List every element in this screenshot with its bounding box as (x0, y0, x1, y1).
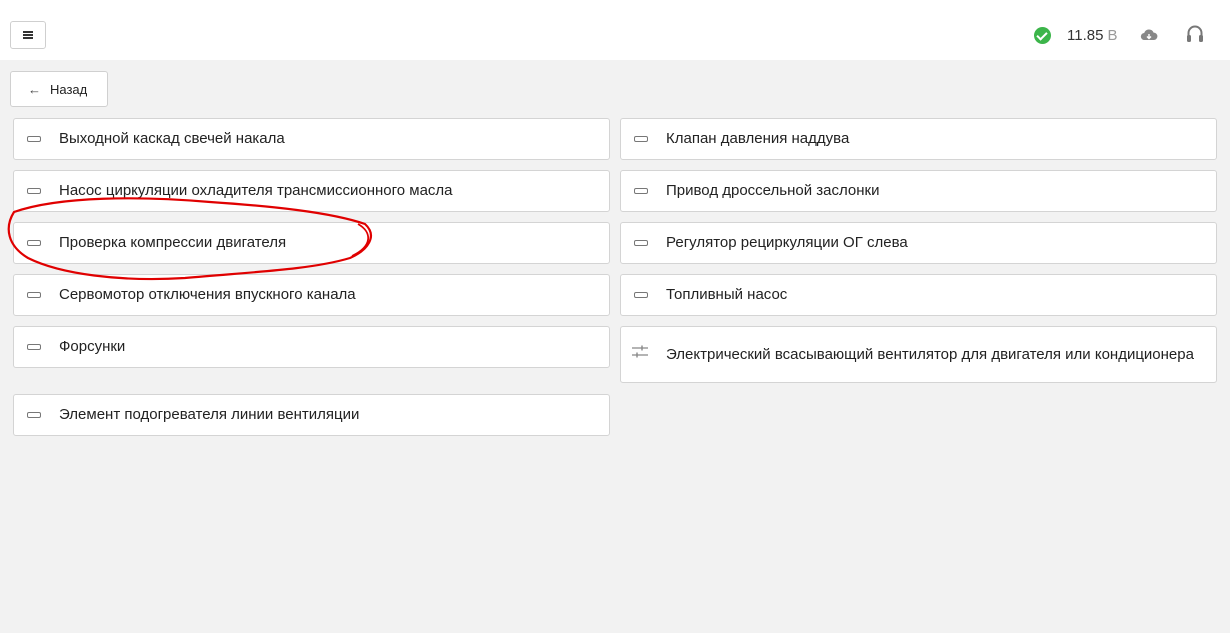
list-item-label: Регулятор рециркуляции ОГ слева (666, 234, 908, 251)
list-item-label: Топливный насос (666, 286, 788, 303)
voltage-value: 11.85 (1067, 27, 1104, 44)
list-item-label: Форсунки (59, 338, 126, 355)
rectangle-icon (27, 292, 41, 298)
list-item-label: Клапан давления наддува (666, 130, 850, 147)
annotation-ellipse (7, 197, 372, 281)
list-item-glow-plug-stage[interactable]: Выходной каскад свечей накала (13, 118, 610, 160)
list-item-boost-pressure-valve[interactable]: Клапан давления наддува (620, 118, 1217, 160)
list-item-label: Привод дроссельной заслонки (666, 182, 880, 199)
list-item-throttle-actuator[interactable]: Привод дроссельной заслонки (620, 170, 1217, 212)
rectangle-icon (634, 136, 648, 142)
rectangle-icon (634, 188, 648, 194)
list-item-fuel-pump[interactable]: Топливный насос (620, 274, 1217, 316)
rectangle-icon (27, 188, 41, 194)
sliders-icon (631, 344, 649, 365)
voltage-readout: 11.85 В (1067, 27, 1117, 45)
list-item-egr-regulator-left[interactable]: Регулятор рециркуляции ОГ слева (620, 222, 1217, 264)
list-item-label: Выходной каскад свечей накала (59, 130, 285, 147)
rectangle-icon (634, 292, 648, 298)
rectangle-icon (634, 240, 648, 246)
list-item-label: Проверка компрессии двигателя (59, 234, 287, 251)
list-item-electric-suction-fan[interactable]: Электрический всасывающий вентилятор для… (620, 326, 1217, 383)
voltage-unit: В (1107, 27, 1118, 44)
list-item-ventilation-line-heater[interactable]: Элемент подогревателя линии вентиляции (13, 394, 610, 436)
list-item-intake-flap-servomotor[interactable]: Сервомотор отключения впускного канала (13, 274, 610, 316)
top-bar: 11.85 В (0, 0, 1230, 60)
rectangle-icon (27, 344, 41, 350)
list-item-engine-compression-test[interactable]: Проверка компрессии двигателя (13, 222, 610, 264)
cloud-icon[interactable] (1140, 28, 1158, 47)
back-button-label: Назад (50, 81, 88, 97)
menu-button[interactable] (10, 21, 46, 49)
list-item-label: Сервомотор отключения впускного канала (59, 286, 356, 303)
list-item-label: Насос циркуляции охладителя трансмиссион… (59, 182, 453, 199)
menu-icon (23, 31, 33, 39)
back-button[interactable]: ← Назад (10, 71, 108, 107)
rectangle-icon (27, 412, 41, 418)
list-item-label: Электрический всасывающий вентилятор для… (666, 345, 1194, 363)
check-circle-icon (1034, 27, 1051, 44)
rectangle-icon (27, 136, 41, 142)
list-item-transmission-oil-cooler-pump[interactable]: Насос циркуляции охладителя трансмиссион… (13, 170, 610, 212)
rectangle-icon (27, 240, 41, 246)
headset-icon[interactable] (1186, 24, 1204, 51)
arrow-left-icon: ← (28, 81, 41, 97)
list-item-injectors[interactable]: Форсунки (13, 326, 610, 368)
list-item-label: Элемент подогревателя линии вентиляции (59, 406, 360, 423)
